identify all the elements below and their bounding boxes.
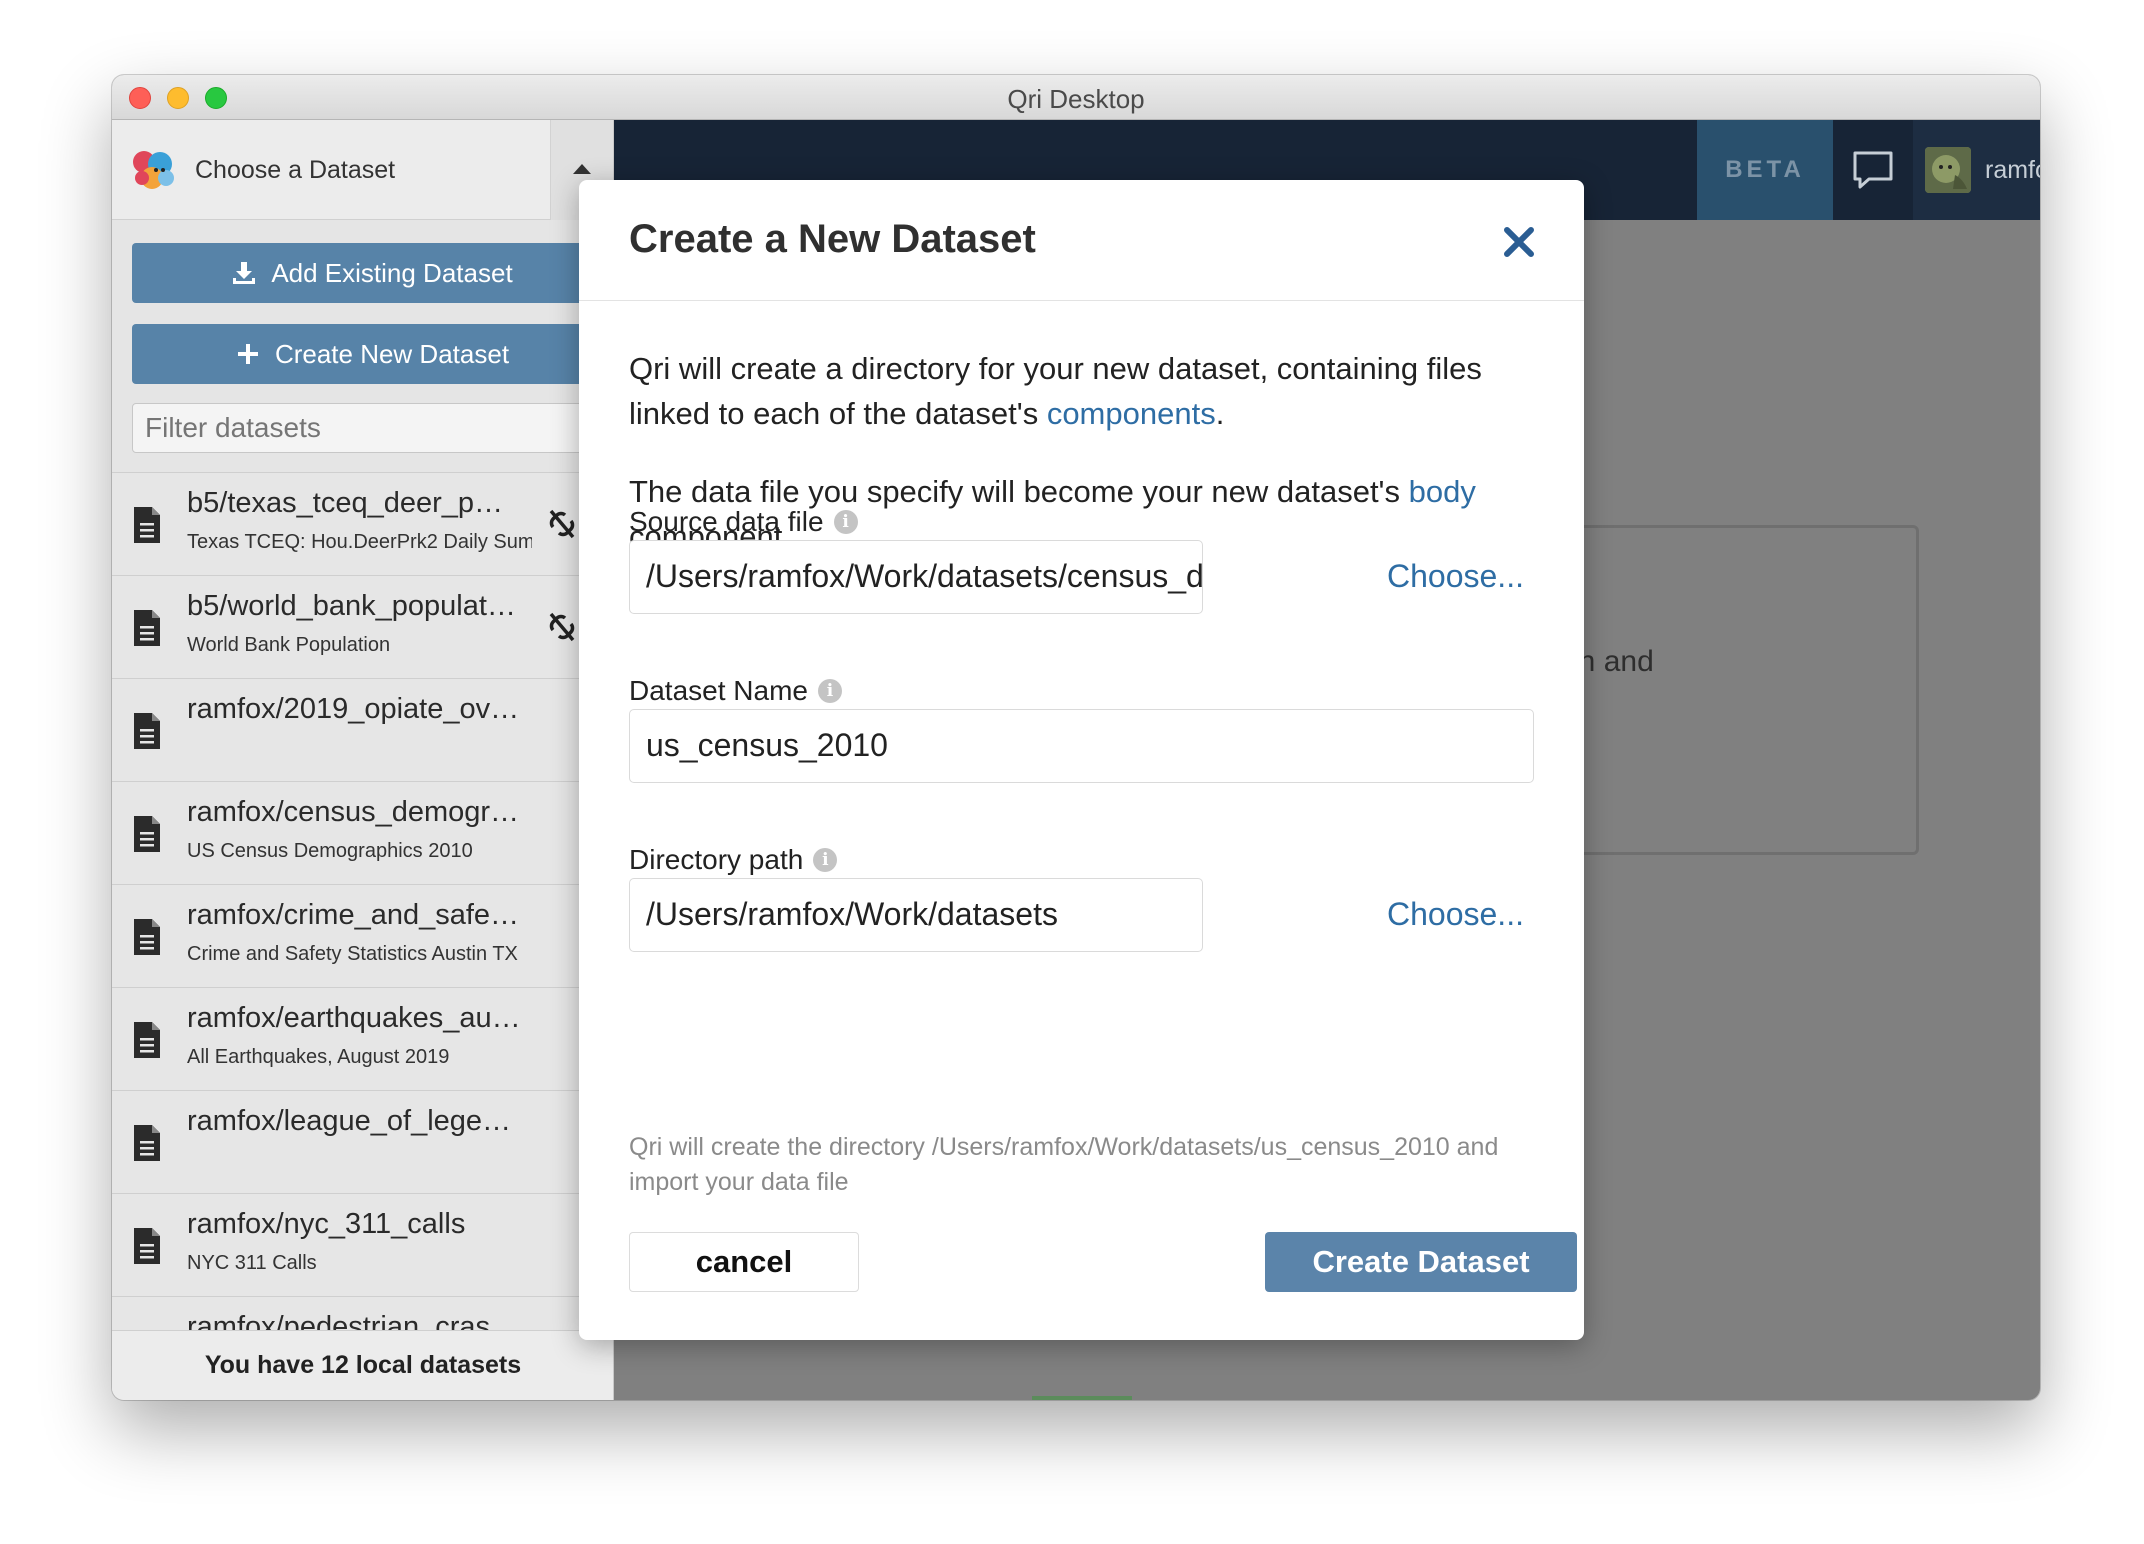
modal-header: Create a New Dataset bbox=[579, 180, 1584, 301]
dataset-subtitle: Texas TCEQ: Hou.DeerPrk2 Daily Sum bbox=[187, 531, 532, 553]
beta-badge: BETA bbox=[1697, 120, 1833, 220]
create-new-label: Create New Dataset bbox=[274, 338, 510, 369]
chooser-label: Choose a Dataset bbox=[195, 156, 396, 184]
avatar bbox=[1925, 147, 1971, 193]
file-icon bbox=[134, 507, 160, 543]
dataset-subtitle: NYC 311 Calls bbox=[187, 1252, 317, 1274]
source-file-label-text: Source data file bbox=[629, 506, 824, 537]
file-icon bbox=[134, 1125, 160, 1161]
user-avatar-icon bbox=[1925, 147, 1971, 193]
info-icon[interactable]: i bbox=[817, 679, 842, 703]
file-icon bbox=[134, 816, 160, 852]
dataset-list-item[interactable]: b5/texas_tceq_deer_p… Texas TCEQ: Hou.Dee… bbox=[112, 472, 613, 575]
description-text-end: . bbox=[1215, 396, 1225, 431]
dataset-subtitle: All Earthquakes, August 2019 bbox=[187, 1046, 450, 1068]
window-title: Qri Desktop bbox=[1007, 84, 1145, 114]
create-new-dataset-button[interactable]: Create New Dataset bbox=[132, 324, 612, 384]
directory-path-label-text: Directory path bbox=[629, 844, 804, 875]
chat-bubble-icon bbox=[1853, 151, 1893, 189]
unlinked-icon bbox=[549, 612, 575, 642]
dataset-name-label-text: Dataset Name bbox=[629, 675, 808, 706]
dataset-title: b5/texas_tceq_deer_p… bbox=[187, 487, 503, 519]
filter-datasets-input[interactable] bbox=[132, 403, 612, 453]
background-indicator bbox=[1032, 1396, 1132, 1400]
dataset-list-item[interactable]: ramfox/nyc_311_calls NYC 311 Calls bbox=[112, 1193, 613, 1296]
feedback-button[interactable] bbox=[1833, 120, 1913, 220]
cancel-button[interactable]: cancel bbox=[629, 1232, 859, 1292]
dataset-name-input[interactable]: us_census_2010 bbox=[629, 709, 1534, 783]
dataset-title: ramfox/nyc_311_calls bbox=[187, 1208, 466, 1240]
add-existing-dataset-button[interactable]: Add Existing Dataset bbox=[132, 243, 612, 303]
add-existing-label: Add Existing Dataset bbox=[271, 257, 513, 288]
file-icon bbox=[134, 1228, 160, 1264]
components-link[interactable]: components bbox=[1047, 396, 1216, 431]
dataset-list-item[interactable]: b5/world_bank_populat… World Bank Populat… bbox=[112, 575, 613, 678]
source-file-label: Source data file i bbox=[629, 506, 858, 538]
dataset-title: ramfox/2019_opiate_ov… bbox=[187, 693, 520, 725]
dataset-list-item[interactable]: ramfox/earthquakes_au… All Earthquakes, A… bbox=[112, 987, 613, 1090]
dataset-list: b5/texas_tceq_deer_p… Texas TCEQ: Hou.Dee… bbox=[112, 472, 613, 1399]
dataset-title: b5/world_bank_populat… bbox=[187, 590, 516, 622]
unlinked-icon bbox=[549, 509, 575, 539]
title-bar: Qri Desktop bbox=[112, 75, 2040, 120]
source-file-input[interactable]: /Users/ramfox/Work/datasets/census_demog bbox=[629, 540, 1203, 614]
create-dataset-modal: Create a New Dataset Qri will create a d… bbox=[579, 180, 1584, 1340]
dataset-list-item[interactable]: ramfox/2019_opiate_ov… bbox=[112, 678, 613, 781]
body-link[interactable]: body bbox=[1409, 474, 1476, 509]
dataset-title: ramfox/crime_and_safe… bbox=[187, 899, 520, 931]
chevron-up-icon bbox=[573, 164, 591, 174]
dataset-subtitle: World Bank Population bbox=[187, 634, 391, 656]
create-dataset-button[interactable]: Create Dataset bbox=[1265, 1232, 1577, 1292]
dataset-name-label: Dataset Name i bbox=[629, 675, 842, 707]
modal-description: Qri will create a directory for your new… bbox=[629, 346, 1549, 554]
dataset-count: You have 12 local datasets bbox=[112, 1330, 613, 1400]
info-icon[interactable]: i bbox=[813, 848, 838, 872]
modal-title: Create a New Dataset bbox=[629, 217, 1036, 261]
file-icon bbox=[134, 1022, 160, 1058]
directory-path-input[interactable]: /Users/ramfox/Work/datasets bbox=[629, 878, 1203, 952]
dataset-title: ramfox/census_demogr… bbox=[187, 796, 520, 828]
directory-path-label: Directory path i bbox=[629, 844, 838, 876]
directory-hint: Qri will create the directory /Users/ram… bbox=[629, 1133, 1499, 1196]
dataset-list-item[interactable]: ramfox/census_demogr… US Census Demograph… bbox=[112, 781, 613, 884]
dataset-chooser[interactable]: Choose a Dataset bbox=[112, 120, 613, 220]
info-icon[interactable]: i bbox=[833, 510, 858, 534]
file-icon bbox=[134, 713, 160, 749]
choose-source-file-button[interactable]: Choose... bbox=[1387, 558, 1524, 595]
close-icon[interactable] bbox=[1501, 224, 1537, 260]
sidebar: Choose a Dataset Add Existing Dataset Cr… bbox=[112, 120, 614, 1400]
qri-logo-icon bbox=[133, 151, 174, 189]
file-icon bbox=[134, 919, 160, 955]
dataset-list-item[interactable]: ramfox/crime_and_safe… Crime and Safety S… bbox=[112, 884, 613, 987]
app-window: Qri Desktop Choose a Dataset Add Existin… bbox=[112, 75, 2040, 1400]
dataset-subtitle: Crime and Safety Statistics Austin TX bbox=[187, 943, 518, 965]
dataset-title: ramfox/league_of_lege… bbox=[187, 1105, 512, 1137]
dataset-list-item[interactable]: ramfox/league_of_lege… bbox=[112, 1090, 613, 1193]
plus-icon bbox=[237, 344, 258, 364]
file-icon bbox=[134, 610, 160, 646]
download-icon bbox=[233, 262, 256, 284]
user-menu[interactable]: ramfox bbox=[1913, 120, 2040, 220]
dataset-title: ramfox/earthquakes_au… bbox=[187, 1002, 521, 1034]
dataset-subtitle: US Census Demographics 2010 bbox=[187, 840, 473, 862]
username: ramfox bbox=[1985, 155, 2040, 184]
choose-directory-button[interactable]: Choose... bbox=[1387, 896, 1524, 933]
description-paragraph-1: Qri will create a directory for your new… bbox=[629, 346, 1549, 436]
description-text: The data file you specify will become yo… bbox=[629, 474, 1409, 509]
